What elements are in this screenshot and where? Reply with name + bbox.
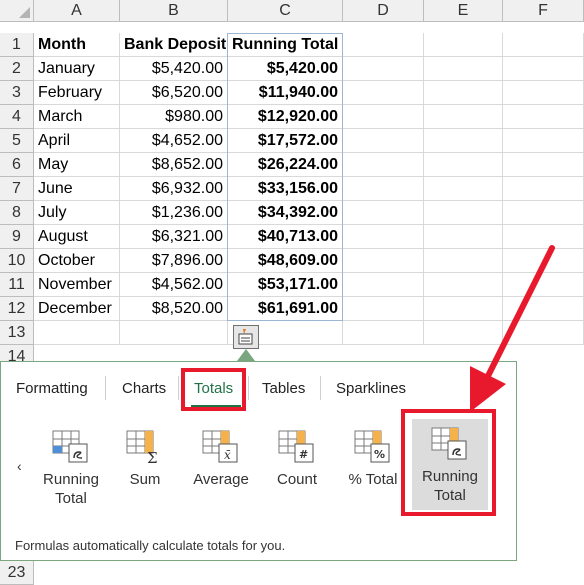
annotation-arrow-layer (470, 245, 555, 412)
red-arrow-shaft (483, 245, 555, 383)
